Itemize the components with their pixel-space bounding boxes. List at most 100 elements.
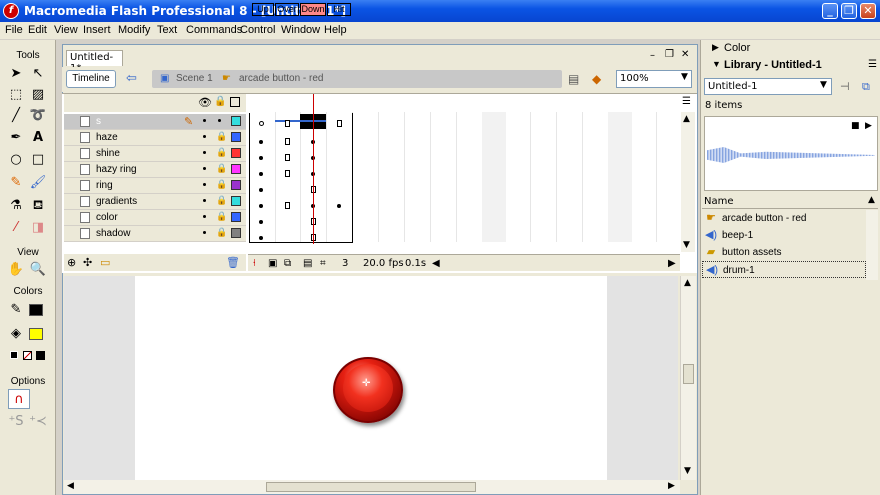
close-button[interactable]: ✕ xyxy=(860,3,876,19)
layer-color-swatch[interactable] xyxy=(231,212,241,222)
ink-bottle-tool-icon[interactable]: ⚗ xyxy=(5,196,27,216)
free-transform-tool-icon[interactable]: ⬚ xyxy=(5,85,27,105)
delete-layer-icon[interactable]: 🗑 xyxy=(226,256,240,269)
scroll-thumb[interactable] xyxy=(266,482,476,492)
line-tool-icon[interactable]: ╱ xyxy=(5,106,27,126)
restore-button[interactable]: ❐ xyxy=(841,3,857,19)
lock-icon[interactable]: 🔒 xyxy=(214,96,226,107)
layer-row[interactable]: gradients 🔒 xyxy=(64,194,246,210)
layer-color-swatch[interactable] xyxy=(231,228,241,238)
stage-vscroll[interactable]: ▲ ▼ xyxy=(680,276,696,480)
layer-row[interactable]: haze 🔒 xyxy=(64,130,246,146)
layer-color-swatch[interactable] xyxy=(231,196,241,206)
empty-keyframe[interactable] xyxy=(259,121,264,126)
rectangle-tool-icon[interactable]: □ xyxy=(27,150,49,170)
paint-bucket-tool-icon[interactable]: ⛾ xyxy=(27,196,49,216)
edit-symbols-icon[interactable]: ◆ xyxy=(592,72,601,86)
lock-icon[interactable]: 🔒 xyxy=(216,196,227,206)
lock-icon[interactable]: 🔒 xyxy=(216,180,227,190)
library-item[interactable]: ▰ button assets xyxy=(702,244,866,261)
black-white-icon[interactable] xyxy=(10,351,18,359)
keyframe[interactable] xyxy=(285,202,290,209)
keyframe[interactable] xyxy=(285,120,290,127)
visible-dot[interactable] xyxy=(203,135,206,138)
keyframe[interactable] xyxy=(285,170,290,177)
layer-row[interactable]: shine 🔒 xyxy=(64,146,246,162)
doc-close-icon[interactable]: ✕ xyxy=(681,49,689,60)
keyframe[interactable] xyxy=(259,140,263,144)
brush-tool-icon[interactable]: 🖌 xyxy=(27,173,49,193)
scroll-down-icon[interactable]: ▼ xyxy=(684,466,691,476)
library-item[interactable]: ☛ arcade button - red xyxy=(702,210,866,227)
menu-insert[interactable]: Insert xyxy=(83,24,111,36)
modify-onion-markers-icon[interactable]: ⌗ xyxy=(320,258,326,269)
visible-dot[interactable] xyxy=(203,119,206,122)
stage-hscroll[interactable]: ◀ ▶ xyxy=(64,480,680,494)
gradient-transform-tool-icon[interactable]: ▨ xyxy=(27,85,49,105)
layer-color-swatch[interactable] xyxy=(231,148,241,158)
layer-color-swatch[interactable] xyxy=(231,116,241,126)
keyframe[interactable] xyxy=(337,120,342,127)
menu-control[interactable]: Control xyxy=(240,24,275,36)
visible-dot[interactable] xyxy=(203,183,206,186)
symbol-crumb[interactable]: arcade button - red xyxy=(239,73,324,84)
menu-text[interactable]: Text xyxy=(157,24,177,36)
keyframe[interactable] xyxy=(285,154,290,161)
library-item[interactable]: ◀) beep-1 xyxy=(702,227,866,244)
back-arrow-icon[interactable]: ⇦ xyxy=(126,71,137,86)
layer-row[interactable]: shadow 🔒 xyxy=(64,226,246,242)
lock-icon[interactable]: 🔒 xyxy=(216,212,227,222)
scroll-down-icon[interactable]: ▼ xyxy=(683,240,690,250)
onion-skin-outlines-icon[interactable]: ⧉ xyxy=(284,258,291,269)
zoom-tool-icon[interactable]: 🔍 xyxy=(27,260,49,280)
outline-icon[interactable] xyxy=(230,97,240,107)
menu-help[interactable]: Help xyxy=(324,24,347,36)
scroll-thumb[interactable] xyxy=(683,364,694,384)
selection-tool-icon[interactable]: ➤ xyxy=(5,64,27,84)
menu-file[interactable]: File xyxy=(5,24,23,36)
menu-modify[interactable]: Modify xyxy=(118,24,150,36)
swap-colors-icon[interactable] xyxy=(36,351,45,360)
play-icon[interactable]: ▶ xyxy=(865,121,872,131)
lock-icon[interactable]: 🔒 xyxy=(216,132,227,142)
hand-tool-icon[interactable]: ✋ xyxy=(5,260,27,280)
timeline-menu-icon[interactable]: ☰ xyxy=(682,96,691,107)
keyframe[interactable] xyxy=(259,204,263,208)
scroll-left-icon[interactable]: ◀ xyxy=(432,258,440,269)
center-frame-icon[interactable]: ⍿ xyxy=(253,258,256,269)
scroll-right-icon[interactable]: ▶ xyxy=(668,258,676,269)
doc-restore-icon[interactable]: ❐ xyxy=(665,49,674,60)
subselection-tool-icon[interactable]: ↖ xyxy=(27,64,49,84)
eye-icon[interactable]: 👁 xyxy=(198,96,212,109)
library-vscroll[interactable] xyxy=(866,210,878,280)
pen-tool-icon[interactable]: ✒ xyxy=(5,128,27,148)
visible-dot[interactable] xyxy=(203,167,206,170)
keyframe[interactable] xyxy=(259,188,263,192)
scroll-up-icon[interactable]: ▲ xyxy=(683,114,690,124)
doc-minimize-icon[interactable]: – xyxy=(650,50,655,61)
visible-dot[interactable] xyxy=(203,231,206,234)
lasso-tool-icon[interactable]: ➰ xyxy=(27,106,49,126)
visible-dot[interactable] xyxy=(203,151,206,154)
layer-color-swatch[interactable] xyxy=(231,132,241,142)
document-tab[interactable]: Untitled-1* xyxy=(66,50,123,74)
oval-tool-icon[interactable]: ○ xyxy=(5,150,27,170)
scene-crumb[interactable]: Scene 1 xyxy=(176,73,213,84)
stroke-color-swatch[interactable] xyxy=(29,304,43,316)
text-tool-icon[interactable]: A xyxy=(27,128,49,148)
panel-menu-icon[interactable]: ☰ xyxy=(868,59,877,70)
library-dropdown-icon[interactable]: ▼ xyxy=(820,80,827,90)
eyedropper-tool-icon[interactable]: ⁄ xyxy=(5,218,27,238)
zoom-dropdown-icon[interactable]: ▼ xyxy=(681,72,688,82)
keyframe[interactable] xyxy=(259,156,263,160)
layer-row[interactable]: hazy ring 🔒 xyxy=(64,162,246,178)
lock-icon[interactable]: 🔒 xyxy=(216,228,227,238)
insert-layer-icon[interactable]: ⊕ xyxy=(67,256,76,269)
snap-to-objects-icon[interactable]: ∩ xyxy=(8,389,30,409)
lock-icon[interactable]: 🔒 xyxy=(216,148,227,158)
keyframe[interactable] xyxy=(285,138,290,145)
frame-rate[interactable]: 20.0 fps xyxy=(363,258,404,269)
menu-window[interactable]: Window xyxy=(281,24,320,36)
layer-row[interactable]: color 🔒 xyxy=(64,210,246,226)
library-select[interactable]: Untitled-1 xyxy=(704,78,832,95)
